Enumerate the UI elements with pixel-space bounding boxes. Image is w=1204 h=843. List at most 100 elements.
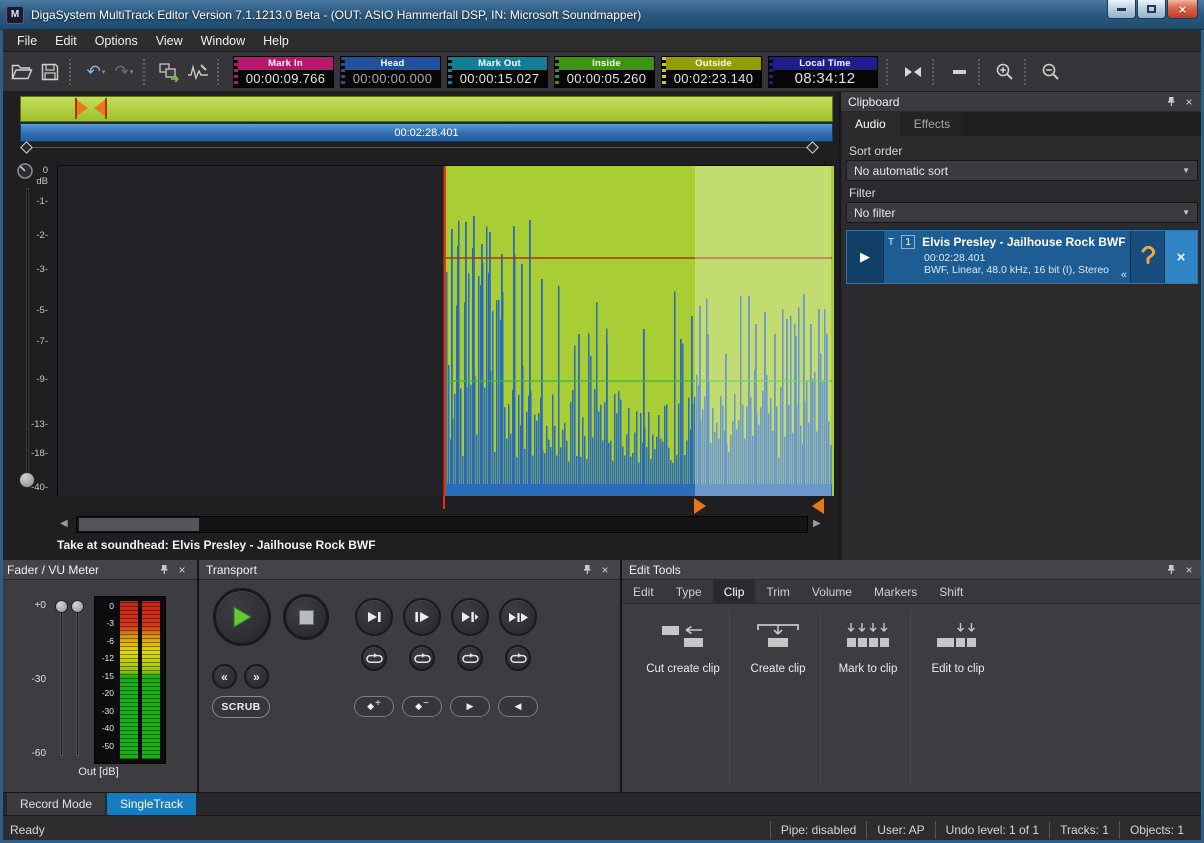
tab-clip[interactable]: Clip: [713, 580, 756, 604]
forward-button[interactable]: »: [244, 664, 269, 689]
waveform-edit-button[interactable]: [184, 57, 212, 87]
rewind-button[interactable]: «: [212, 664, 237, 689]
mark-to-clip-button[interactable]: Mark to clip: [822, 614, 914, 690]
marker-add-button[interactable]: ◆+: [354, 696, 394, 717]
menu-options[interactable]: Options: [86, 31, 147, 51]
menu-window[interactable]: Window: [192, 31, 254, 51]
minimize-button[interactable]: [1107, 0, 1136, 19]
time-field-mark-out[interactable]: Mark Out00:00:15.027: [447, 56, 548, 88]
tab-markers[interactable]: Markers: [863, 580, 928, 604]
titlebar[interactable]: M DigaSystem MultiTrack Editor Version 7…: [0, 0, 1204, 30]
tab-shift[interactable]: Shift: [928, 580, 974, 604]
go-to-cursor-button[interactable]: [899, 57, 927, 87]
item-remove-button[interactable]: ×: [1164, 231, 1197, 283]
tab-singletrack[interactable]: SingleTrack: [107, 793, 196, 815]
pin-icon[interactable]: [156, 562, 172, 578]
undo-button[interactable]: ↶▾: [82, 57, 110, 87]
create-clip-button[interactable]: Create clip: [732, 614, 824, 690]
save-button[interactable]: [36, 57, 64, 87]
menu-view[interactable]: View: [147, 31, 192, 51]
tab-trim[interactable]: Trim: [755, 580, 801, 604]
nudge-right-button[interactable]: ▶: [450, 696, 490, 717]
scrub-button[interactable]: SCRUB: [212, 696, 270, 718]
play-from-start-button[interactable]: [403, 598, 441, 636]
marker-remove-button[interactable]: ◆−: [402, 696, 442, 717]
vertical-zoom-knob[interactable]: [19, 472, 35, 488]
pin-icon[interactable]: [1163, 94, 1179, 110]
close-panel-icon[interactable]: ×: [1181, 562, 1197, 578]
loop-button-4[interactable]: [505, 645, 531, 671]
time-field-mark-in[interactable]: Mark In00:00:09.766: [233, 56, 334, 88]
stop-button[interactable]: [283, 594, 329, 640]
loop-button-1[interactable]: [361, 645, 387, 671]
time-field-inside[interactable]: Inside00:00:05.260: [554, 56, 655, 88]
selection-start-marker[interactable]: [694, 498, 706, 514]
mark-in-flag[interactable]: [77, 100, 88, 116]
zoom-out-button[interactable]: [1037, 57, 1065, 87]
time-field-head[interactable]: Head00:00:00.000: [340, 56, 441, 88]
close-panel-icon[interactable]: ×: [1181, 94, 1197, 110]
play-button[interactable]: [213, 588, 271, 646]
scrollbar-thumb[interactable]: [79, 518, 199, 531]
clipboard-item[interactable]: ▶ T 1 Elvis Presley - Jailhouse Rock BWF…: [846, 230, 1198, 284]
open-button[interactable]: [8, 57, 36, 87]
menu-file[interactable]: File: [8, 31, 46, 51]
edit-to-clip-button[interactable]: Edit to clip: [912, 614, 1004, 690]
tab-record-mode[interactable]: Record Mode: [7, 793, 105, 815]
tab-type[interactable]: Type: [665, 580, 713, 604]
redo-button[interactable]: ↷▾: [110, 57, 138, 87]
tab-edit[interactable]: Edit: [622, 580, 665, 604]
waveform-display[interactable]: [57, 165, 833, 495]
playhead-tick[interactable]: [443, 496, 445, 509]
item-play-button[interactable]: ▶: [847, 231, 884, 283]
scroll-left-arrow[interactable]: ◀: [60, 518, 68, 529]
overview-waveform-bar[interactable]: [20, 96, 833, 122]
loop-button-3[interactable]: [457, 645, 483, 671]
time-field-value: 00:00:09.766: [238, 70, 333, 87]
filter-select[interactable]: No filter ▼: [846, 202, 1198, 223]
double-chevron-right-icon: »: [253, 670, 260, 684]
close-panel-icon[interactable]: ×: [597, 562, 613, 578]
time-field-local-time[interactable]: Local Time08:34:12: [768, 56, 878, 88]
nudge-left-button[interactable]: ◀: [498, 696, 538, 717]
tab-effects[interactable]: Effects: [900, 112, 964, 136]
tab-audio[interactable]: Audio: [841, 112, 900, 136]
fader-knob-right[interactable]: [71, 600, 84, 613]
play-around-button[interactable]: [499, 598, 537, 636]
mark-out-flag[interactable]: [94, 100, 105, 116]
time-field-outside[interactable]: Outside00:02:23.140: [661, 56, 762, 88]
collapse-item-icon[interactable]: «: [1121, 269, 1127, 281]
sort-order-select[interactable]: No automatic sort ▼: [846, 160, 1198, 181]
item-info[interactable]: T 1 Elvis Presley - Jailhouse Rock BWF 0…: [884, 231, 1130, 283]
vertical-zoom-slider[interactable]: [26, 188, 29, 484]
pin-icon[interactable]: [579, 562, 595, 578]
item-hook-button[interactable]: [1130, 231, 1164, 283]
transfer-take-button[interactable]: [156, 57, 184, 87]
fader-track-left[interactable]: [60, 604, 63, 756]
range-end-handle[interactable]: [806, 141, 819, 154]
tab-volume[interactable]: Volume: [801, 580, 863, 604]
close-button[interactable]: ×: [1167, 0, 1198, 19]
cut-create-clip-button[interactable]: Cut create clip: [637, 614, 729, 690]
menu-edit[interactable]: Edit: [46, 31, 86, 51]
open-folder-icon: [11, 63, 33, 80]
range-start-handle[interactable]: [20, 141, 33, 154]
maximize-button[interactable]: [1137, 0, 1166, 19]
play-to-mark-button[interactable]: [451, 598, 489, 636]
vu-scale-label: -3: [95, 618, 114, 628]
selection-end-marker[interactable]: [812, 498, 824, 514]
fader-track-right[interactable]: [76, 604, 79, 756]
close-panel-icon[interactable]: ×: [174, 562, 190, 578]
pin-icon[interactable]: [1163, 562, 1179, 578]
menu-help[interactable]: Help: [254, 31, 298, 51]
minus-button[interactable]: [945, 57, 973, 87]
app-icon[interactable]: M: [6, 6, 24, 24]
clipboard-tabs: Audio Effects: [841, 112, 1204, 136]
fader-knob-left[interactable]: [55, 600, 68, 613]
scroll-right-arrow[interactable]: ▶: [813, 518, 821, 529]
zoom-in-button[interactable]: [991, 57, 1019, 87]
horizontal-scrollbar[interactable]: [76, 516, 808, 533]
play-to-end-button[interactable]: [355, 598, 393, 636]
overview-position-bar[interactable]: 00:02:28.401: [20, 123, 833, 142]
loop-button-2[interactable]: [409, 645, 435, 671]
